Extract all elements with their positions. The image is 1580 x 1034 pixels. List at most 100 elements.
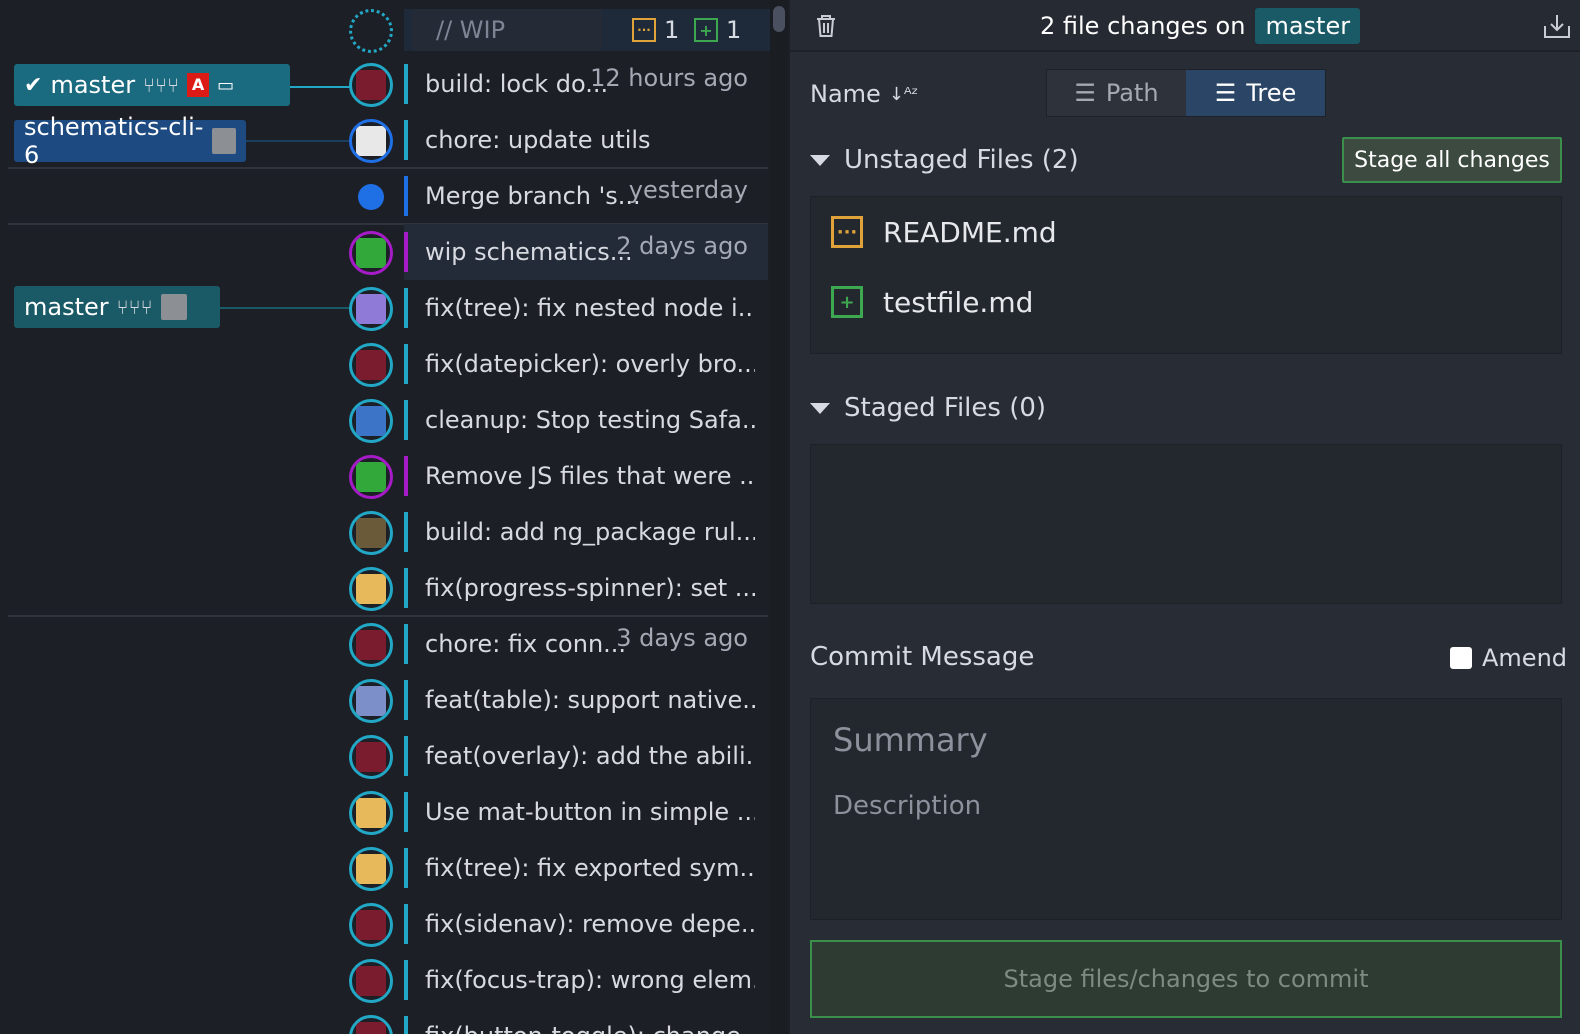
commit-message-heading: Commit Message (810, 642, 1035, 672)
commit-row[interactable]: build: lock do... 12 hours ago (0, 56, 772, 112)
commit-row[interactable]: feat(overlay): add the abili... (0, 728, 772, 784)
tree-view-button[interactable]: ☰ Tree (1186, 70, 1325, 116)
commit-avatar (349, 847, 393, 891)
commit-message: build: add ng_package rul... (425, 518, 755, 546)
commit-message: fix(tree): fix nested node i... (425, 294, 755, 322)
trash-icon[interactable] (812, 12, 840, 40)
avatar-image (356, 462, 386, 492)
commit-message: chore: update utils (425, 126, 651, 154)
branch-lane (404, 512, 408, 552)
list-icon: ☰ (1074, 79, 1096, 107)
commit-avatar (349, 511, 393, 555)
file-name: README.md (883, 215, 1057, 249)
commit-button[interactable]: Stage files/changes to commit (810, 940, 1562, 1018)
unstaged-section-toggle[interactable]: Unstaged Files (2) (810, 136, 1079, 184)
avatar-image (356, 574, 386, 604)
commit-row-selected[interactable]: wip schematics... 2 days ago (0, 223, 772, 280)
commit-row[interactable]: cleanup: Stop testing Safa... (0, 392, 772, 448)
wip-added-count: + 1 (694, 14, 741, 46)
commit-row[interactable]: fix(progress-spinner): set ... (0, 560, 772, 616)
commit-avatar (349, 679, 393, 723)
commit-row[interactable]: fix(tree): fix exported sym... (0, 840, 772, 896)
commit-message: Use mat-button in simple ... (425, 798, 755, 826)
stage-all-button[interactable]: Stage all changes (1342, 137, 1562, 183)
commit-row[interactable]: Use mat-button in simple ... (0, 784, 772, 840)
branch-lane (404, 400, 408, 440)
avatar-image (356, 350, 386, 380)
amend-toggle[interactable]: Amend (1450, 644, 1567, 672)
staged-section-toggle[interactable]: Staged Files (0) (810, 384, 1046, 432)
sort-label: Name (810, 80, 881, 108)
branch-lane (404, 960, 408, 1000)
download-icon[interactable] (1542, 12, 1572, 40)
commit-message: fix(sidenav): remove depe... (425, 910, 755, 938)
commit-avatar (349, 623, 393, 667)
path-view-button[interactable]: ☰ Path (1047, 70, 1186, 116)
app: // WIP ··· 1 + 1 ✔ master ⑂⑂⑂ A ▭ schema… (0, 0, 1580, 1034)
commit-row[interactable]: build: add ng_package rul... (0, 504, 772, 560)
file-changes-count: 2 file changes on (1040, 12, 1246, 40)
commit-time: 2 days ago (616, 232, 748, 260)
description-input[interactable]: Description (833, 791, 981, 821)
commit-message: fix(progress-spinner): set ... (425, 574, 755, 602)
unstaged-files-list: ··· README.md + testfile.md (810, 196, 1562, 354)
commit-row[interactable]: fix(focus-trap): wrong elem... (0, 952, 772, 1008)
commit-message: cleanup: Stop testing Safa... (425, 406, 755, 434)
commit-row[interactable]: chore: fix conn... 3 days ago (0, 615, 772, 672)
avatar-image (356, 910, 386, 940)
commit-avatar (349, 1015, 393, 1034)
commit-row[interactable]: fix(button-toggle): change... (0, 1008, 772, 1034)
branch-lane (404, 232, 408, 272)
commit-message: fix(button-toggle): change... (425, 1008, 755, 1034)
branch-lane (404, 456, 408, 496)
tree-icon: ☰ (1214, 79, 1237, 107)
commit-avatar (349, 287, 393, 331)
caret-down-icon (810, 154, 830, 166)
unstaged-file-item[interactable]: + testfile.md (831, 277, 1033, 327)
branch-lane (404, 792, 408, 832)
commit-row[interactable]: chore: update utils (0, 112, 772, 168)
amend-checkbox[interactable] (1450, 647, 1472, 669)
sort-az-icon: ↓ᴬᶻ (888, 83, 919, 105)
avatar-image (356, 70, 386, 100)
branch-lane (404, 120, 408, 160)
avatar-image (356, 798, 386, 828)
commit-time: 12 hours ago (590, 64, 748, 92)
commit-row[interactable]: fix(sidenav): remove depe... (0, 896, 772, 952)
commit-row[interactable]: Merge branch 's... yesterday (0, 167, 772, 224)
graph-scrollbar[interactable] (770, 0, 788, 1034)
avatar-image (356, 686, 386, 716)
avatar-image (356, 854, 386, 884)
scrollbar-thumb[interactable] (773, 6, 785, 32)
commit-time: yesterday (628, 176, 748, 204)
branch-lane (404, 64, 408, 104)
branch-lane (404, 736, 408, 776)
modified-count: 1 (664, 16, 680, 44)
commit-avatar (349, 119, 393, 163)
current-branch-badge: master (1255, 8, 1361, 44)
commit-avatar (349, 63, 393, 107)
commit-row[interactable]: fix(datepicker): overly bro... (0, 336, 772, 392)
wip-label[interactable]: // WIP (412, 9, 602, 51)
added-file-icon: + (831, 286, 863, 318)
commit-avatar (349, 343, 393, 387)
commit-row[interactable]: fix(tree): fix nested node i... (0, 280, 772, 336)
commit-row[interactable]: feat(table): support native... (0, 672, 772, 728)
branch-lane (404, 568, 408, 608)
avatar-image (356, 126, 386, 156)
sort-by-name[interactable]: Name ↓ᴬᶻ (810, 74, 918, 114)
commit-message-box: Summary Description (810, 698, 1562, 920)
commit-time: 3 days ago (616, 624, 748, 652)
commit-avatar (349, 231, 393, 275)
unstaged-file-item[interactable]: ··· README.md (831, 207, 1057, 257)
wip-node (349, 9, 393, 53)
merge-commit-dot (358, 184, 384, 210)
staged-files-list (810, 444, 1562, 604)
branch-lane (404, 176, 408, 216)
path-view-label: Path (1105, 79, 1159, 107)
commit-message: fix(focus-trap): wrong elem... (425, 966, 755, 994)
wip-row[interactable]: // WIP ··· 1 + 1 (0, 0, 772, 56)
commit-row[interactable]: Remove JS files that were ... (0, 448, 772, 504)
branch-lane (404, 1016, 408, 1034)
summary-input[interactable]: Summary (833, 721, 988, 759)
